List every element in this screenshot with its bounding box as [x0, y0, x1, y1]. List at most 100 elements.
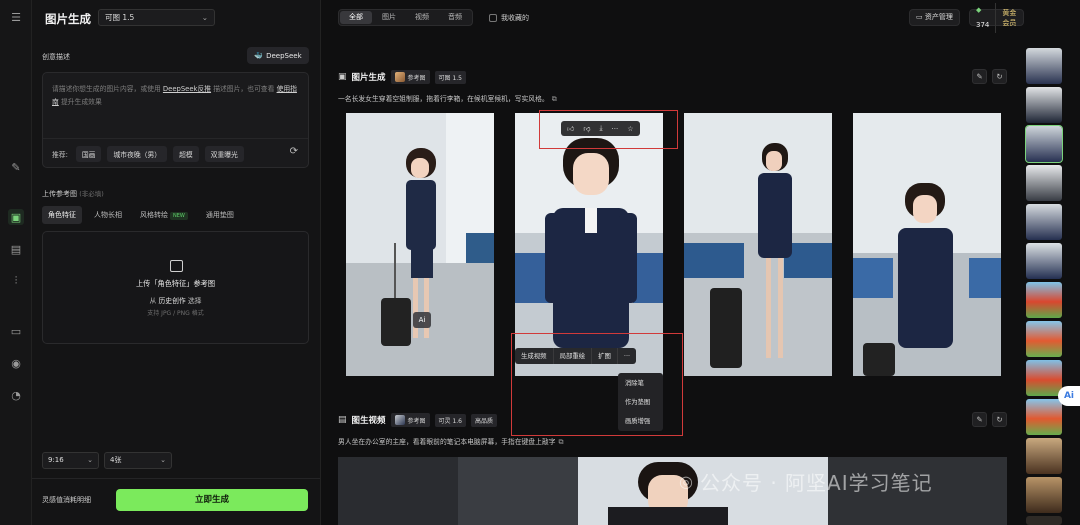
history-thumbnail[interactable] — [1026, 87, 1062, 123]
upload-title: 上传「角色特征」参考图 — [135, 279, 216, 288]
folder-icon: ▭ — [916, 13, 923, 21]
favorites-label: 我收藏的 — [501, 14, 529, 22]
divider — [43, 138, 308, 139]
filter-tabs: 全部 图片 视频 音频 — [338, 9, 473, 26]
history-thumbnail[interactable] — [1026, 243, 1062, 279]
history-thumbnail[interactable] — [1026, 360, 1062, 396]
chevron-down-icon: ⌄ — [201, 13, 208, 22]
edit-icon[interactable]: ✎ — [972, 412, 987, 427]
consume-detail-link[interactable]: 灵感值消耗明细 — [42, 495, 91, 505]
placeholder-part-2: 描述图片，也可查看 — [213, 85, 275, 93]
copy-icon[interactable]: ⧉ — [552, 95, 557, 103]
upload-ref-hint: (非必填) — [79, 190, 104, 198]
deepseek-button[interactable]: 🐳 DeepSeek — [247, 47, 309, 64]
result-image[interactable] — [346, 113, 494, 376]
placeholder-part-3: 提升生成效果 — [60, 98, 102, 106]
regenerate-icon[interactable]: ↻ — [992, 412, 1007, 427]
creative-desc-label: 创意描述 — [42, 53, 70, 61]
history-thumbnail[interactable] — [1026, 282, 1062, 318]
copy-icon[interactable]: ⧉ — [559, 438, 564, 446]
tab-general-base[interactable]: 通用垫图 — [200, 206, 240, 224]
refresh-icon[interactable]: ⟳ — [290, 146, 298, 157]
recommend-chip[interactable]: 双重曝光 — [204, 146, 244, 162]
upload-from-suffix: 选择 — [187, 297, 202, 305]
model-tag: 可图 1.5 — [434, 70, 466, 84]
assets-icon[interactable]: ▭ — [8, 323, 24, 339]
result-image[interactable] — [684, 113, 832, 376]
regenerate-icon[interactable]: ↻ — [992, 69, 1007, 84]
highlight-box — [511, 333, 683, 436]
video-prompt-text: 男人坐在办公室的主座，看着眼前的笔记本电脑屏幕，手指在键盘上敲字 — [338, 438, 556, 446]
upload-image-icon — [170, 260, 183, 272]
video-gen-icon[interactable]: ▤ — [8, 241, 24, 257]
divider — [32, 478, 320, 479]
ratio-select[interactable]: 9:16 ⌄ — [42, 452, 99, 469]
deepseek-button-label: DeepSeek — [266, 51, 302, 60]
image-gen-icon[interactable]: ▣ — [8, 209, 24, 225]
prompt-textarea[interactable]: 请描述你想生成的图片内容，或使用 DeepSeek反推 描述图片，也可查看 使用… — [42, 72, 309, 168]
deepseek-reverse-link[interactable]: DeepSeek反推 — [163, 85, 211, 93]
tab-character[interactable]: 角色特征 — [42, 206, 82, 224]
tab-face[interactable]: 人物长相 — [88, 206, 128, 224]
history-thumbnail[interactable] — [1026, 204, 1062, 240]
new-badge: NEW — [170, 212, 188, 220]
ref-tag-label: 参考图 — [407, 417, 426, 425]
recommend-chip[interactable]: 国画 — [75, 146, 102, 162]
history-thumbnail[interactable] — [1026, 399, 1062, 435]
recommend-chip[interactable]: 超模 — [173, 146, 199, 162]
brush-icon[interactable]: ✎ — [8, 159, 24, 175]
count-select[interactable]: 4张 ⌄ — [104, 452, 172, 469]
card-title: 图片生成 — [351, 73, 386, 83]
history-thumbnail[interactable] — [1026, 321, 1062, 357]
model-select-value: 可图 1.5 — [105, 13, 135, 22]
tab-audio[interactable]: 音频 — [439, 11, 471, 24]
ref-tabs: 角色特征 人物长相 风格转绘 NEW 通用垫图 — [42, 206, 240, 224]
upload-from: 从 历史创作 选择 — [43, 295, 308, 305]
history-thumbnail[interactable] — [1026, 516, 1062, 525]
prompt-placeholder: 请描述你想生成的图片内容，或使用 DeepSeek反推 描述图片，也可查看 使用… — [52, 83, 302, 109]
membership-badge[interactable]: ◆ 374 黄金会员 — [969, 2, 1024, 33]
upload-formats: 支持 JPG / PNG 格式 — [147, 310, 204, 317]
edit-icon[interactable]: ✎ — [972, 69, 987, 84]
ref-image-tag[interactable]: 参考图 — [390, 413, 430, 427]
recommend-chip[interactable]: 城市夜晚（男） — [107, 146, 168, 162]
history-icon[interactable]: ◔ — [8, 387, 24, 403]
upload-ref-label: 上传参考图 (非必填) — [42, 188, 104, 199]
tab-video[interactable]: 视频 — [406, 11, 438, 24]
ref-thumbnail — [394, 415, 405, 425]
favorites-checkbox[interactable]: 我收藏的 — [489, 13, 529, 23]
asset-management-button[interactable]: ▭ 资产管理 — [909, 9, 960, 26]
points-icon: ◆ — [976, 5, 982, 14]
image-icon: ▣ — [338, 72, 347, 82]
history-link[interactable]: 历史创作 — [159, 297, 186, 305]
ref-image-tag[interactable]: 参考图 — [390, 70, 430, 84]
upload-dropzone[interactable]: 上传「角色特征」参考图 从 历史创作 选择 支持 JPG / PNG 格式 — [42, 231, 309, 344]
tab-style-label: 风格转绘 — [140, 211, 168, 219]
history-thumbnail[interactable] — [1026, 438, 1062, 474]
audio-icon[interactable]: ⫶ — [8, 273, 24, 289]
menu-icon[interactable]: ☰ — [8, 9, 24, 25]
history-thumbnail[interactable] — [1025, 125, 1063, 163]
history-thumbnail[interactable] — [1026, 48, 1062, 84]
tab-style-transfer[interactable]: 风格转绘 NEW — [134, 206, 194, 224]
ref-thumbnail — [394, 72, 405, 82]
history-thumbnail[interactable] — [1026, 165, 1062, 201]
generate-button[interactable]: 立即生成 — [116, 489, 308, 511]
eye-icon[interactable]: ◉ — [8, 355, 24, 371]
image-prompt: 一名长发女生穿着空姐制服，拖着行李箱，在候机室候机，写实风格。 ⧉ — [338, 93, 557, 104]
model-select[interactable]: 可图 1.5 ⌄ — [98, 9, 215, 26]
upload-from-prefix: 从 — [149, 297, 157, 305]
ai-assistant-button[interactable]: Ai — [1058, 386, 1080, 406]
tab-all[interactable]: 全部 — [340, 11, 372, 24]
membership-level: 黄金会员 — [1002, 8, 1017, 27]
history-thumbnail[interactable] — [1026, 477, 1062, 513]
chevron-down-icon: ⌄ — [160, 456, 166, 464]
model-tag: 可灵 1.6 — [434, 413, 466, 427]
left-rail: ☰ ✎ ▣ ▤ ⫶ ▭ ◉ ◔ — [0, 0, 32, 525]
video-card-header: ▤ 图生视频 参考图 可灵 1.6 高品质 — [338, 413, 498, 427]
result-image[interactable] — [853, 113, 1001, 376]
tab-image[interactable]: 图片 — [373, 11, 405, 24]
highlight-box — [539, 110, 678, 149]
image-card-header: ▣ 图片生成 参考图 可图 1.5 — [338, 70, 466, 84]
ratio-value: 9:16 — [48, 456, 64, 464]
